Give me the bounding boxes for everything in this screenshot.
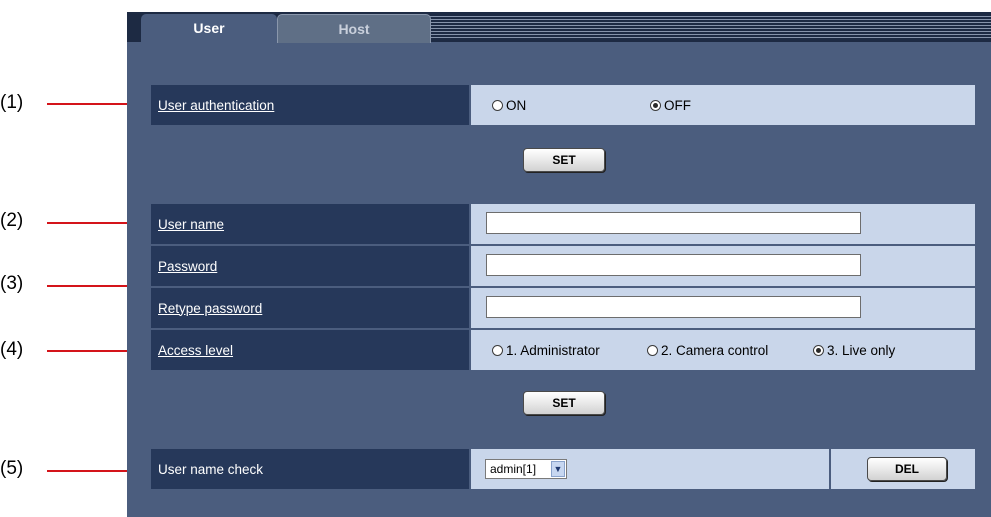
user-settings-panel: User Host User authentication ON OFF SET… xyxy=(127,12,991,517)
tab-bar-stripes xyxy=(427,16,991,40)
radio-selected-icon xyxy=(650,99,661,111)
user-name-label-cell: User name xyxy=(151,204,469,244)
user-check-label-cell: User name check xyxy=(151,449,469,489)
access-camera-control-radio[interactable]: 2. Camera control xyxy=(647,343,768,358)
user-select[interactable]: admin[1] ▼ xyxy=(485,459,567,479)
radio-circle-icon xyxy=(492,99,503,111)
retype-password-link[interactable]: Retype password xyxy=(158,301,262,316)
radio-circle-icon xyxy=(492,344,503,356)
access-level-label-cell: Access level xyxy=(151,330,469,370)
callout-1: (1) xyxy=(0,92,24,113)
user-check-value-cell: admin[1] ▼ xyxy=(471,449,829,489)
password-row: Password xyxy=(151,246,975,286)
user-auth-link[interactable]: User authentication xyxy=(158,98,274,113)
chevron-down-icon[interactable]: ▼ xyxy=(551,461,565,477)
access-level-options: 1. Administrator 2. Camera control 3. Li… xyxy=(471,330,975,370)
retype-password-label-cell: Retype password xyxy=(151,288,469,328)
callout-2: (2) xyxy=(0,210,24,231)
user-auth-on-radio[interactable]: ON xyxy=(492,98,526,113)
password-link[interactable]: Password xyxy=(158,259,217,274)
access-administrator-radio[interactable]: 1. Administrator xyxy=(492,343,600,358)
user-auth-off-radio[interactable]: OFF xyxy=(650,98,691,113)
user-name-row: User name xyxy=(151,204,975,244)
user-select-value: admin[1] xyxy=(490,462,537,476)
password-value-cell xyxy=(471,246,975,286)
access-live-only-label: 3. Live only xyxy=(827,342,896,358)
user-auth-options: ON OFF xyxy=(471,85,975,125)
user-name-input[interactable] xyxy=(486,212,861,234)
password-label-cell: Password xyxy=(151,246,469,286)
callout-3: (3) xyxy=(0,273,24,294)
access-level-row: Access level 1. Administrator 2. Camera … xyxy=(151,330,975,370)
retype-password-value-cell xyxy=(471,288,975,328)
retype-password-input[interactable] xyxy=(486,296,861,318)
delete-user-button[interactable]: DEL xyxy=(867,457,947,481)
user-auth-set-button[interactable]: SET xyxy=(523,148,605,172)
user-auth-label-cell: User authentication xyxy=(151,85,469,125)
access-administrator-label: 1. Administrator xyxy=(506,342,600,358)
tab-user[interactable]: User xyxy=(141,14,277,42)
user-check-label: User name check xyxy=(158,461,264,477)
user-register-set-button[interactable]: SET xyxy=(523,391,605,415)
access-camera-control-label: 2. Camera control xyxy=(661,342,769,358)
password-input[interactable] xyxy=(486,254,861,276)
user-name-link[interactable]: User name xyxy=(158,217,224,232)
user-check-row: User name check admin[1] ▼ DEL xyxy=(151,449,975,489)
tab-bar: User Host xyxy=(127,12,991,43)
access-level-link[interactable]: Access level xyxy=(158,343,233,358)
user-name-value-cell xyxy=(471,204,975,244)
radio-selected-icon xyxy=(813,344,824,356)
radio-circle-icon xyxy=(647,344,658,356)
callout-5: (5) xyxy=(0,458,24,479)
user-delete-cell: DEL xyxy=(831,449,975,489)
user-auth-row: User authentication ON OFF xyxy=(151,85,975,125)
access-live-only-radio[interactable]: 3. Live only xyxy=(813,343,895,358)
user-auth-off-label: OFF xyxy=(664,97,691,113)
tab-host[interactable]: Host xyxy=(277,14,431,43)
retype-password-row: Retype password xyxy=(151,288,975,328)
user-auth-on-label: ON xyxy=(506,97,527,113)
callout-4: (4) xyxy=(0,339,24,360)
